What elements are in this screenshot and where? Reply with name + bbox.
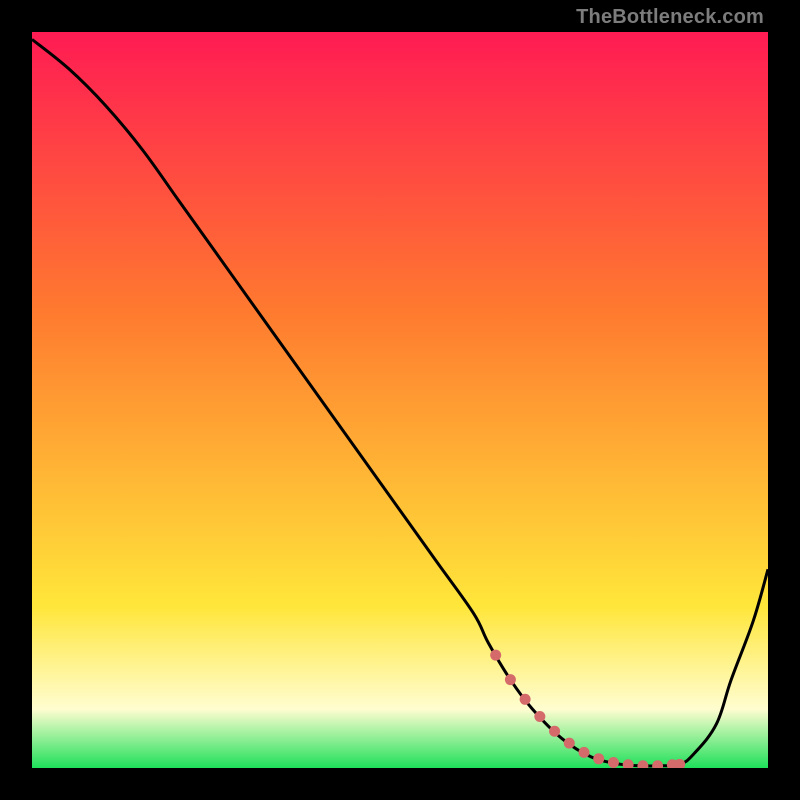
optimal-dot <box>534 711 545 722</box>
watermark-text: TheBottleneck.com <box>576 6 764 29</box>
optimal-dot <box>564 738 575 749</box>
optimal-dot <box>490 650 501 661</box>
optimal-dot <box>549 726 560 737</box>
chart-frame: TheBottleneck.com <box>0 0 800 800</box>
optimal-dot <box>520 694 531 705</box>
optimal-dot <box>579 747 590 758</box>
bottleneck-chart <box>32 32 768 768</box>
optimal-dot <box>505 674 516 685</box>
optimal-dot <box>593 753 604 764</box>
gradient-background <box>32 32 768 768</box>
optimal-dot <box>608 757 619 768</box>
